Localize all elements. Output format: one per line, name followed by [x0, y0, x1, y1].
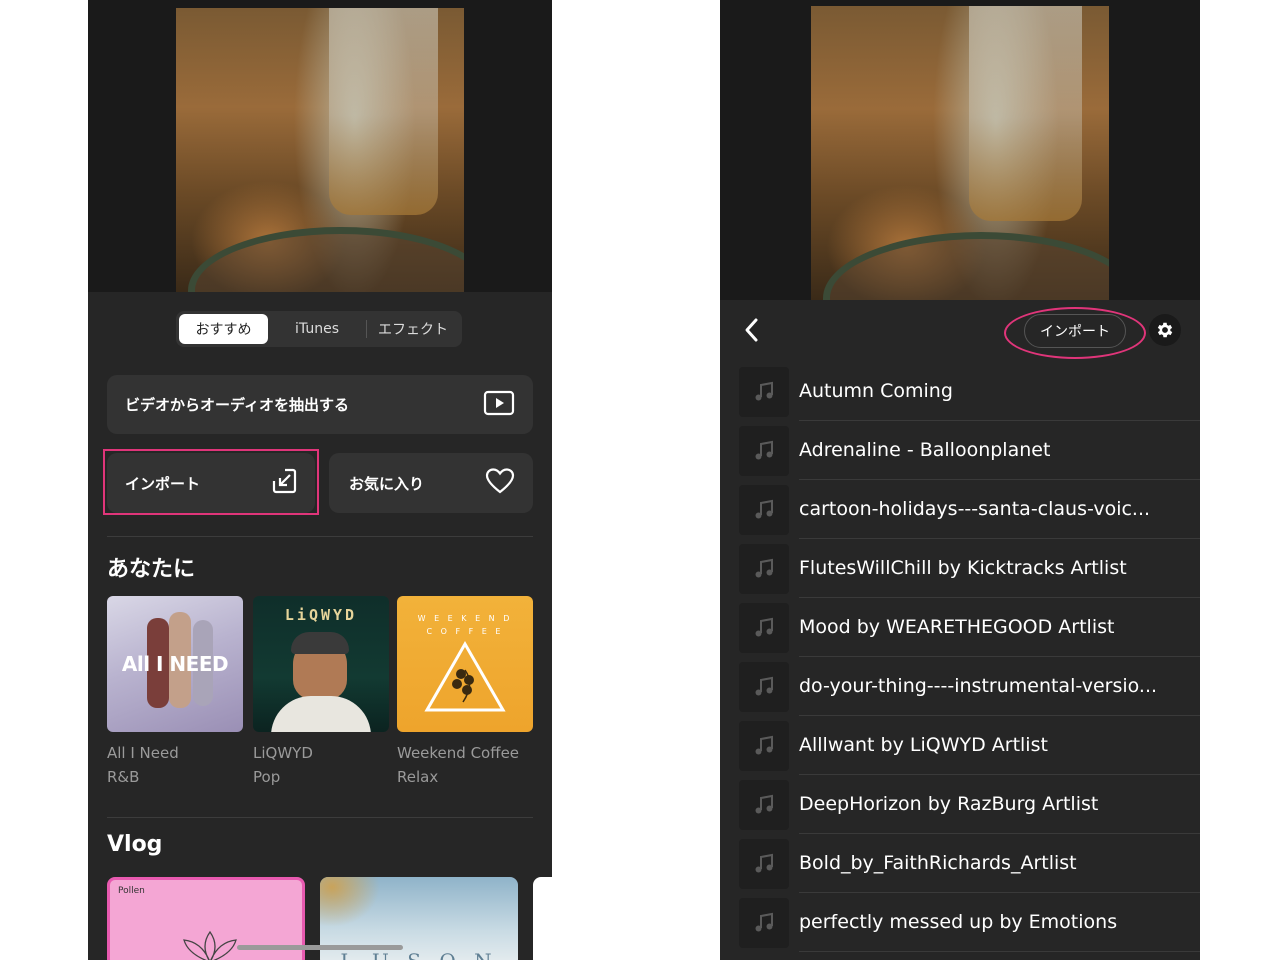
track-thumbnail — [739, 780, 789, 830]
extract-audio-label: ビデオからオーディオを抽出する — [125, 396, 349, 414]
track-row[interactable]: perfectly messed up by Emotions — [720, 893, 1200, 952]
home-indicator — [237, 945, 403, 950]
for-you-title: あなたに — [107, 557, 196, 582]
top-bar: インポート — [720, 300, 1200, 360]
track-thumbnail — [739, 662, 789, 712]
track-row[interactable]: Autumn Coming — [720, 362, 1200, 421]
music-note-icon — [755, 440, 773, 460]
tab-recommended[interactable]: おすすめ — [179, 314, 268, 344]
lotus-icon — [183, 930, 237, 960]
album-name: LiQWYD — [253, 744, 313, 762]
settings-button[interactable] — [1149, 314, 1181, 346]
album-art: W E E K E N D C O F F E E — [397, 596, 533, 732]
track-thumbnail — [739, 426, 789, 476]
track-title: Adrenaline - Balloonplanet — [799, 439, 1051, 461]
music-note-icon — [755, 558, 773, 578]
track-thumbnail — [739, 367, 789, 417]
music-note-icon — [755, 912, 773, 932]
track-title: Autumn Coming — [799, 380, 953, 402]
music-note-icon — [755, 381, 773, 401]
import-highlight-annotation — [1004, 307, 1146, 359]
album-genre: R&B — [107, 768, 140, 786]
track-thumbnail — [739, 603, 789, 653]
track-row[interactable]: Adrenaline - Balloonplanet — [720, 421, 1200, 480]
music-note-icon — [755, 853, 773, 873]
back-button[interactable] — [740, 316, 764, 344]
music-note-icon — [755, 617, 773, 637]
track-title: Mood by WEARETHEGOOD Artlist — [799, 616, 1115, 638]
track-row[interactable]: FlutesWillChill by Kicktracks Artlist — [720, 539, 1200, 598]
section-divider — [107, 536, 533, 537]
album-art: LiQWYD — [253, 596, 389, 732]
track-row[interactable]: do-your-thing----instrumental-versio... — [720, 657, 1200, 716]
track-list: Autumn Coming Adrenaline - Balloonplanet c… — [720, 362, 1200, 952]
album-genre: Relax — [397, 768, 439, 786]
source-tabs: おすすめ iTunes エフェクト — [176, 311, 462, 347]
triangle-emblem-icon — [424, 640, 506, 712]
track-thumbnail — [739, 544, 789, 594]
album-card[interactable]: W E E K E N D C O F F E E Weekend Coffee… — [397, 596, 533, 786]
music-note-icon — [755, 794, 773, 814]
album-card[interactable]: All I NEED All I Need R&B — [107, 596, 243, 786]
import-highlight-annotation — [103, 449, 319, 515]
track-row[interactable]: Alllwant by LiQWYD Artlist — [720, 716, 1200, 775]
album-art-title: W E E K E N D C O F F E E — [417, 614, 513, 636]
row-divider — [799, 951, 1200, 952]
preview-photo — [176, 8, 464, 292]
gear-icon — [1157, 322, 1173, 338]
album-card[interactable]: LiQWYD LiQWYD Pop — [253, 596, 389, 786]
music-browser-screen: おすすめ iTunes エフェクト ビデオからオーディオを抽出する インポート … — [88, 0, 552, 960]
album-art: All I NEED — [107, 596, 243, 732]
track-row[interactable]: cartoon-holidays---santa-claus-voic... — [720, 480, 1200, 539]
track-row[interactable]: Mood by WEARETHEGOOD Artlist — [720, 598, 1200, 657]
music-note-icon — [755, 499, 773, 519]
chevron-left-icon — [745, 318, 758, 342]
track-title: Alllwant by LiQWYD Artlist — [799, 734, 1048, 756]
track-title: FlutesWillChill by Kicktracks Artlist — [799, 557, 1127, 579]
video-preview — [88, 0, 552, 292]
album-art-title: LiQWYD — [284, 606, 358, 624]
album-genre: Pop — [253, 768, 281, 786]
track-thumbnail — [739, 898, 789, 948]
preview-photo — [811, 6, 1109, 300]
vlog-art-title: L U S O N — [320, 949, 518, 960]
track-title: cartoon-holidays---santa-claus-voic... — [799, 498, 1151, 520]
track-title: Bold_by_FaithRichards_Artlist — [799, 852, 1077, 874]
video-preview — [720, 0, 1200, 300]
vlog-art-title: Pollen — [118, 886, 145, 896]
track-thumbnail — [739, 839, 789, 889]
music-note-icon — [755, 676, 773, 696]
track-thumbnail — [739, 485, 789, 535]
track-thumbnail — [739, 721, 789, 771]
track-row[interactable]: Bold_by_FaithRichards_Artlist — [720, 834, 1200, 893]
music-note-icon — [755, 735, 773, 755]
tab-itunes[interactable]: iTunes — [268, 314, 366, 344]
import-track-list-screen: インポート Autumn Coming Adrenaline - Balloonp… — [720, 0, 1200, 960]
album-art-title: All I NEED — [121, 652, 229, 676]
track-title: DeepHorizon by RazBurg Artlist — [799, 793, 1099, 815]
track-title: perfectly messed up by Emotions — [799, 911, 1118, 933]
video-play-icon — [483, 390, 515, 420]
track-row[interactable]: DeepHorizon by RazBurg Artlist — [720, 775, 1200, 834]
favorites-button[interactable]: お気に入り — [329, 453, 533, 513]
album-name: All I Need — [107, 744, 179, 762]
vlog-title: Vlog — [107, 832, 163, 857]
tab-effects[interactable]: エフェクト — [367, 314, 459, 344]
heart-icon — [485, 467, 515, 499]
extract-audio-button[interactable]: ビデオからオーディオを抽出する — [107, 375, 533, 434]
track-title: do-your-thing----instrumental-versio... — [799, 675, 1158, 697]
favorites-label: お気に入り — [349, 474, 425, 493]
section-divider — [107, 817, 533, 818]
album-name: Weekend Coffee — [397, 744, 520, 762]
vlog-album-card[interactable] — [533, 877, 552, 960]
